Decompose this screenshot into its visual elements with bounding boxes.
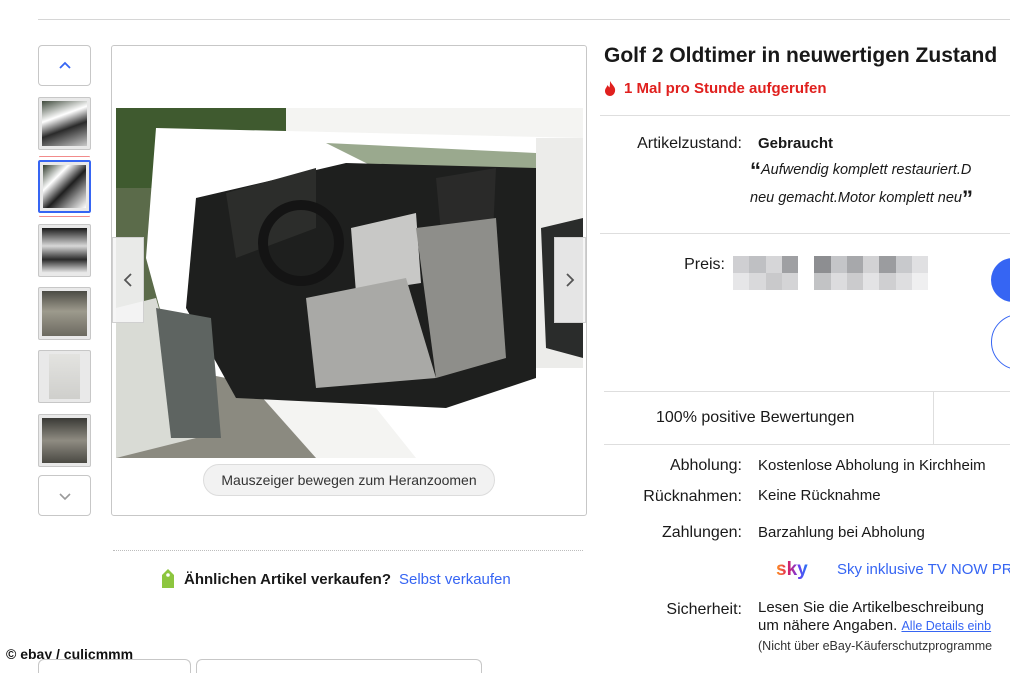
view-count-text: 1 Mal pro Stunde aufgerufen <box>624 80 827 97</box>
returns-label: Rücknahmen: <box>643 488 742 505</box>
chevron-up-icon <box>58 61 71 69</box>
zoom-hint: Mauszeiger bewegen zum Heranzoomen <box>203 464 495 496</box>
tab-stub-left[interactable] <box>38 659 191 673</box>
thumbnail-image <box>43 165 86 208</box>
sky-promo-link[interactable]: Sky inklusive TV NOW PR <box>837 561 1010 578</box>
car-photo-illustration <box>116 108 583 458</box>
security-line-2: um nähere Angaben. Alle Details einb <box>758 617 991 634</box>
next-image-button[interactable] <box>554 237 586 323</box>
pickup-label: Abholung: <box>669 457 742 474</box>
thumbnail-scroll-down-button[interactable] <box>38 475 91 516</box>
top-divider <box>38 19 1010 20</box>
flame-icon <box>605 81 616 96</box>
payments-value: Barzahlung bei Abholung <box>758 524 925 541</box>
thumbnail-image <box>49 354 80 399</box>
price-value-blurred <box>733 256 928 290</box>
buy-now-button[interactable] <box>991 258 1010 302</box>
price-tag-icon <box>162 569 174 588</box>
thumbnail-scroll-up-button[interactable] <box>38 45 91 86</box>
chevron-right-icon <box>566 273 575 287</box>
security-line-2-text: um nähere Angaben. <box>758 617 898 634</box>
section-divider <box>113 550 583 551</box>
sky-logo-icon: sky <box>776 559 808 580</box>
condition-value: Gebraucht <box>758 135 834 152</box>
tab-stub-right[interactable] <box>196 659 482 673</box>
condition-quote-line-2: neu gemacht.Motor komplett neu” <box>750 186 973 212</box>
seller-feedback-box: 100% positive Bewertungen <box>604 391 1010 445</box>
price-label: Preis: <box>684 256 725 273</box>
car-interior-photo <box>116 108 583 458</box>
thumbnail-2-selected[interactable] <box>35 157 94 216</box>
sky-logo-text: sky <box>776 559 808 580</box>
sell-similar-row: Ähnlichen Artikel verkaufen? Selbst verk… <box>160 568 511 590</box>
thumbnail-6[interactable] <box>38 414 91 467</box>
divider <box>600 233 1010 234</box>
quote-close-mark: ” <box>961 186 973 211</box>
returns-value: Keine Rücknahme <box>758 487 881 504</box>
listing-title: Golf 2 Oldtimer in neuwertigen Zustand <box>604 44 998 67</box>
security-label: Sicherheit: <box>666 601 742 618</box>
all-details-link[interactable]: Alle Details einb <box>901 619 991 633</box>
sell-similar-question: Ähnlichen Artikel verkaufen? <box>184 570 391 588</box>
positive-feedback-text: 100% positive Bewertungen <box>656 409 855 426</box>
feedback-divider <box>933 392 934 444</box>
divider <box>600 115 1010 116</box>
thumbnail-5[interactable] <box>38 350 91 403</box>
thumbnail-4[interactable] <box>38 287 91 340</box>
thumbnail-image <box>42 291 87 336</box>
thumbnail-1[interactable] <box>38 97 91 150</box>
thumbnail-3[interactable] <box>38 224 91 277</box>
thumbnail-image <box>42 228 87 273</box>
security-fine-print: (Nicht über eBay-Käuferschutzprogramme <box>758 639 993 653</box>
thumbnail-image <box>42 418 87 463</box>
chevron-down-icon <box>58 492 71 500</box>
security-line-1: Lesen Sie die Artikelbeschreibung <box>758 599 984 616</box>
condition-label: Artikelzustand: <box>637 135 742 152</box>
view-count-row: 1 Mal pro Stunde aufgerufen <box>603 80 827 97</box>
previous-image-button[interactable] <box>112 237 144 323</box>
add-to-cart-button[interactable] <box>991 314 1010 370</box>
pickup-value: Kostenlose Abholung in Kirchheim <box>758 457 986 474</box>
condition-quote-text-1: Aufwendig komplett restauriert.D <box>761 162 972 178</box>
payments-label: Zahlungen: <box>661 524 742 541</box>
sell-yourself-link[interactable]: Selbst verkaufen <box>399 571 511 588</box>
main-image-viewer[interactable]: Mauszeiger bewegen zum Heranzoomen <box>111 45 587 516</box>
chevron-left-icon <box>123 273 132 287</box>
thumbnail-image <box>42 101 87 146</box>
condition-quote-text-2: neu gemacht.Motor komplett neu <box>750 190 962 206</box>
condition-quote-line-1: “Aufwendig komplett restauriert.D <box>750 158 971 184</box>
quote-open-mark: “ <box>750 158 761 183</box>
